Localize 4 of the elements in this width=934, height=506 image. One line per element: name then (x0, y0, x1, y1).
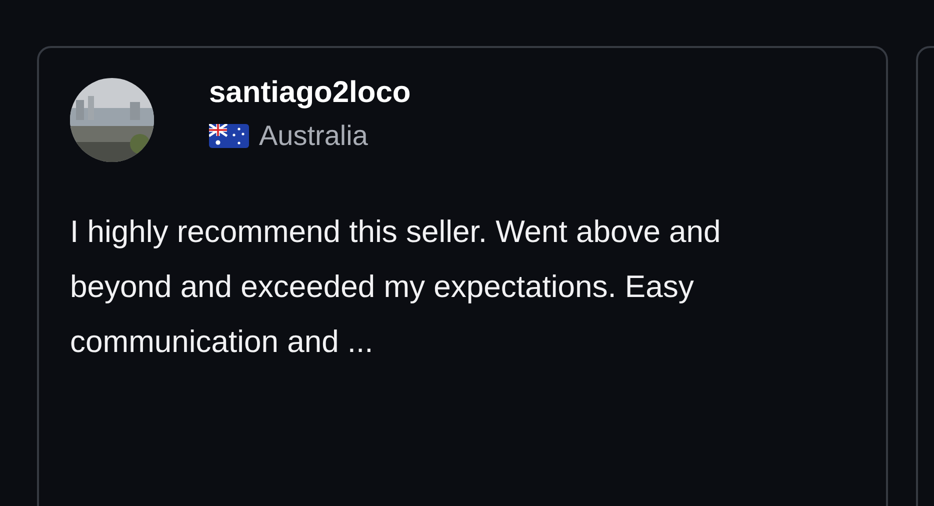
username: santiago2loco (209, 76, 411, 110)
country-name: Australia (259, 120, 368, 152)
review-text: I highly recommend this seller. Went above and beyond and exceeded my expectations. Easy communication and ... (70, 213, 722, 361)
flag-icon (209, 124, 249, 148)
